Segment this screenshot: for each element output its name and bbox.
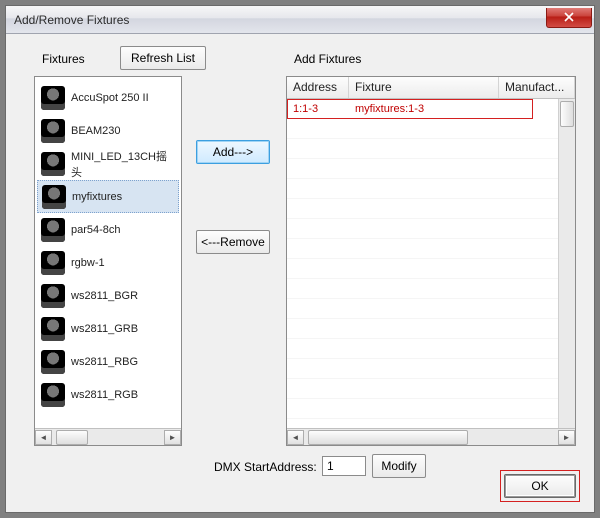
add-button[interactable]: Add---> <box>196 140 270 164</box>
list-item-label: rgbw-1 <box>71 257 105 269</box>
fixture-icon <box>41 152 65 176</box>
add-fixtures-label: Add Fixtures <box>294 52 361 66</box>
scroll-right-arrow-icon[interactable]: ► <box>164 430 181 445</box>
table-row[interactable]: 1:1-3myfixtures:1-3 <box>287 99 575 119</box>
add-button-label: Add---> <box>213 145 253 159</box>
col-header-address[interactable]: Address <box>287 77 349 98</box>
fixtures-label: Fixtures <box>42 52 85 66</box>
add-remove-fixtures-dialog: Add/Remove Fixtures Fixtures Refresh Lis… <box>5 5 595 513</box>
refresh-list-label: Refresh List <box>131 51 195 65</box>
list-item-label: AccuSpot 250 II <box>71 92 149 104</box>
ok-button[interactable]: OK <box>504 474 576 498</box>
ok-highlight-box: OK <box>500 470 580 502</box>
cell-fixture: myfixtures:1-3 <box>349 103 499 115</box>
list-item[interactable]: ws2811_BGR <box>37 279 179 312</box>
grid-body[interactable]: 1:1-3myfixtures:1-3 <box>287 99 575 428</box>
list-item-label: ws2811_BGR <box>71 290 138 302</box>
list-item-label: ws2811_RBG <box>71 356 138 368</box>
scroll-track[interactable] <box>52 430 164 445</box>
dmx-start-address-label: DMX StartAddress: <box>214 460 317 474</box>
list-item[interactable]: AccuSpot 250 II <box>37 81 179 114</box>
grid-hscroll[interactable]: ◄ ► <box>287 428 575 445</box>
fixtures-list[interactable]: AccuSpot 250 II BEAM230 MINI_LED_13CH摇头myf… <box>34 76 182 446</box>
col-header-manufacturer[interactable]: Manufact... <box>499 77 575 98</box>
fixture-icon <box>41 251 65 275</box>
list-item-label: par54-8ch <box>71 224 121 236</box>
grid-scroll-right-arrow-icon[interactable]: ► <box>558 430 575 445</box>
scroll-left-arrow-icon[interactable]: ◄ <box>35 430 52 445</box>
close-icon <box>564 12 574 22</box>
remove-button[interactable]: <---Remove <box>196 230 270 254</box>
grid-scroll-left-arrow-icon[interactable]: ◄ <box>287 430 304 445</box>
list-item[interactable]: ws2811_RBG <box>37 345 179 378</box>
window-title: Add/Remove Fixtures <box>14 13 129 27</box>
fixture-icon <box>41 350 65 374</box>
grid-vscroll-thumb[interactable] <box>560 101 574 127</box>
client-area: Fixtures Refresh List Add Fixtures AccuS… <box>6 34 594 512</box>
list-item-label: ws2811_GRB <box>71 323 138 335</box>
list-item[interactable]: ws2811_GRB <box>37 312 179 345</box>
titlebar[interactable]: Add/Remove Fixtures <box>6 6 594 34</box>
list-item[interactable]: rgbw-1 <box>37 246 179 279</box>
list-item-label: myfixtures <box>72 191 122 203</box>
grid-vscroll[interactable] <box>558 99 575 428</box>
ok-button-label: OK <box>531 479 548 493</box>
col-header-fixture[interactable]: Fixture <box>349 77 499 98</box>
remove-button-label: <---Remove <box>201 235 265 249</box>
fixture-icon <box>41 218 65 242</box>
modify-button[interactable]: Modify <box>372 454 426 478</box>
cell-address: 1:1-3 <box>287 103 349 115</box>
grid-scroll-thumb[interactable] <box>308 430 468 445</box>
list-item[interactable]: MINI_LED_13CH摇头 <box>37 147 179 180</box>
close-button[interactable] <box>546 8 592 28</box>
list-item[interactable]: par54-8ch <box>37 213 179 246</box>
refresh-list-button[interactable]: Refresh List <box>120 46 206 70</box>
dmx-start-address-input[interactable] <box>322 456 366 476</box>
fixture-icon <box>41 317 65 341</box>
list-item-label: ws2811_RGB <box>71 389 138 401</box>
grid-scroll-track[interactable] <box>304 430 558 445</box>
grid-header[interactable]: Address Fixture Manufact... <box>287 77 575 99</box>
list-item[interactable]: myfixtures <box>37 180 179 213</box>
added-fixtures-grid[interactable]: Address Fixture Manufact... 1:1-3myfixtu… <box>286 76 576 446</box>
list-item-label: BEAM230 <box>71 125 121 137</box>
fixture-icon <box>41 284 65 308</box>
fixture-icon <box>41 383 65 407</box>
list-item-label: MINI_LED_13CH摇头 <box>71 148 175 180</box>
fixture-icon <box>41 86 65 110</box>
fixtures-list-hscroll[interactable]: ◄ ► <box>35 428 181 445</box>
list-item[interactable]: ws2811_RGB <box>37 378 179 411</box>
modify-button-label: Modify <box>381 459 416 473</box>
fixture-icon <box>41 119 65 143</box>
fixture-icon <box>42 185 66 209</box>
scroll-thumb[interactable] <box>56 430 88 445</box>
list-item[interactable]: BEAM230 <box>37 114 179 147</box>
